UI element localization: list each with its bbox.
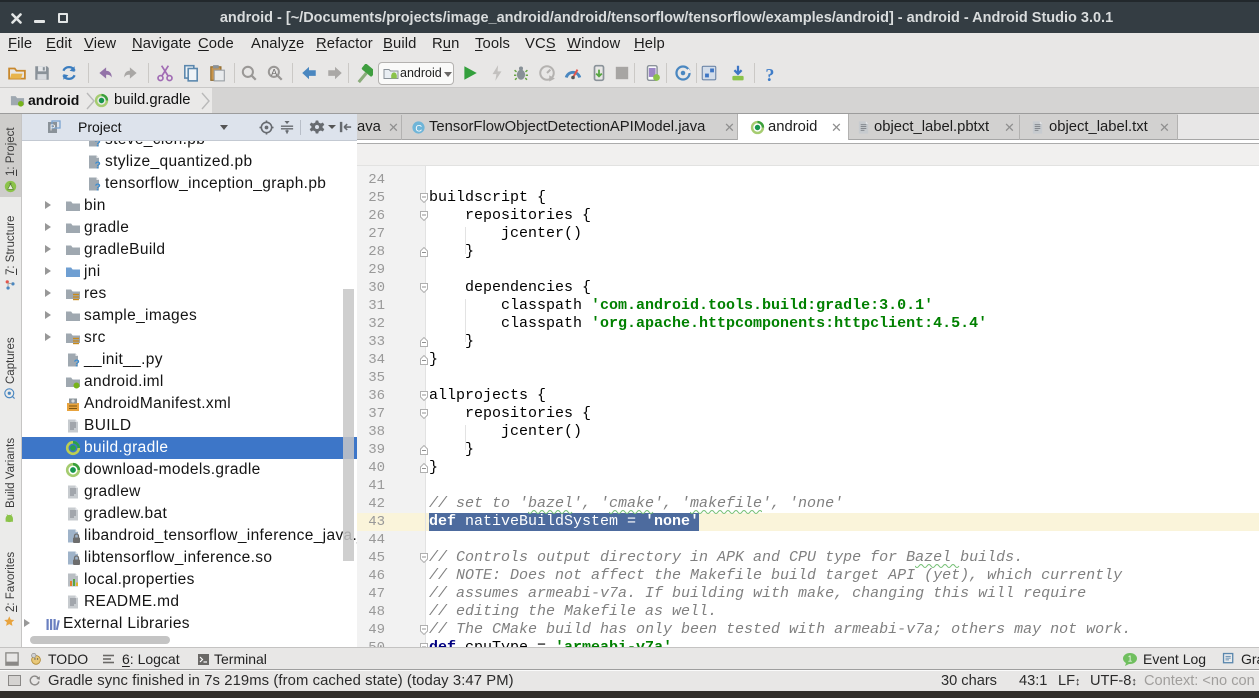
- svg-text:?: ?: [74, 359, 80, 368]
- svg-text:?: ?: [765, 65, 774, 82]
- svg-text:?: ?: [95, 141, 101, 148]
- svg-text:P: P: [50, 124, 55, 133]
- svg-text:?: ?: [95, 161, 101, 170]
- svg-text:?: ?: [95, 183, 101, 192]
- svg-text:1: 1: [1128, 655, 1133, 664]
- svg-text:A: A: [271, 67, 277, 77]
- svg-text:C: C: [415, 123, 422, 133]
